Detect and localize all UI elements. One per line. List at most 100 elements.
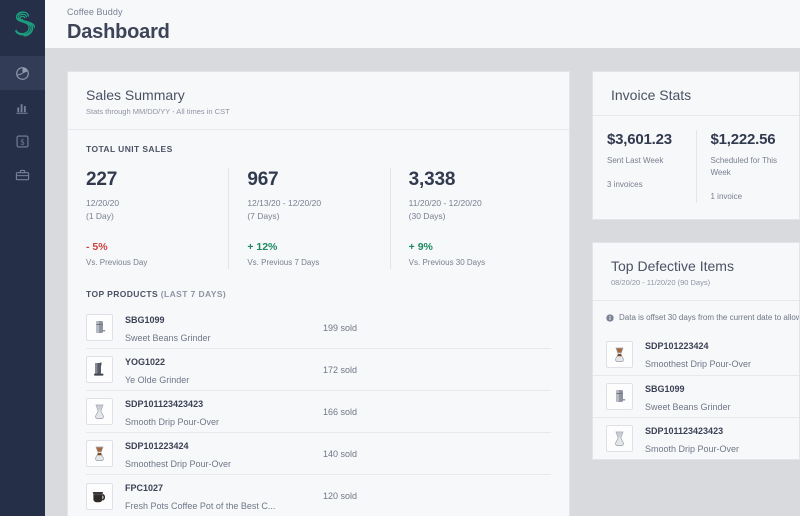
svg-text:$: $ bbox=[21, 137, 25, 146]
stat-range: 11/20/20 - 12/20/20 bbox=[408, 198, 482, 208]
defective-item-sku: SDP101223424 bbox=[645, 341, 709, 351]
invoice-stats-body: $3,601.23 Sent Last Week 3 invoices $1,2… bbox=[593, 116, 799, 219]
pourover-brown-thumb-icon bbox=[86, 440, 113, 467]
product-row[interactable]: YOG1022 Ye Olde Grinder 172 sold bbox=[86, 349, 551, 391]
defective-item-row[interactable]: SDP101223424 Smoothest Drip Pour-Over bbox=[593, 333, 799, 375]
product-info: SDP101123423423 Smooth Drip Pour-Over bbox=[125, 394, 323, 430]
swirl-s-logo-icon bbox=[14, 11, 35, 37]
defective-item-name: Smooth Drip Pour-Over bbox=[645, 443, 740, 454]
stat-block: 3,338 11/20/20 - 12/20/20 (30 Days) + 9%… bbox=[391, 168, 551, 269]
defective-item-row[interactable]: SDP101123423423 Smooth Drip Pour-Over bbox=[593, 417, 799, 459]
product-info: YOG1022 Ye Olde Grinder bbox=[125, 352, 323, 388]
page-title: Dashboard bbox=[67, 21, 170, 43]
product-sold: 140 sold bbox=[323, 448, 358, 459]
product-name: Smoothest Drip Pour-Over bbox=[125, 458, 232, 469]
product-name: Ye Olde Grinder bbox=[125, 374, 190, 385]
bar-chart-icon bbox=[16, 103, 28, 114]
product-sold: 166 sold bbox=[323, 406, 358, 417]
coffeepot-thumb-icon bbox=[86, 482, 113, 510]
invoice-stats-header: Invoice Stats bbox=[593, 72, 799, 116]
defective-items-notice: Data is offset 30 days from the current … bbox=[593, 301, 799, 333]
product-sku: SDP101223424 bbox=[125, 440, 189, 451]
defective-item-row[interactable]: SBG1099 Sweet Beans Grinder bbox=[593, 375, 799, 417]
product-name: Sweet Beans Grinder bbox=[125, 332, 211, 343]
stat-block: 227 12/20/20 (1 Day) - 5% Vs. Previous D… bbox=[86, 168, 230, 269]
product-name: Smooth Drip Pour-Over bbox=[125, 416, 220, 427]
defective-item-info: SBG1099 Sweet Beans Grinder bbox=[645, 379, 731, 415]
defective-item-info: SDP101123423423 Smooth Drip Pour-Over bbox=[645, 421, 739, 457]
stat-delta: + 9% bbox=[408, 241, 433, 253]
pourover-brown-thumb-icon bbox=[606, 340, 633, 368]
product-sku: SBG1099 bbox=[125, 314, 165, 325]
sidebar: $ bbox=[0, 0, 45, 516]
stat-comparison: Vs. Previous 7 Days bbox=[247, 258, 320, 267]
unit-sales-label: TOTAL UNIT SALES bbox=[86, 144, 173, 154]
app-logo[interactable] bbox=[0, 0, 45, 48]
product-info: SDP101223424 Smoothest Drip Pour-Over bbox=[125, 436, 323, 472]
top-products-label: TOP PRODUCTS (LAST 7 DAYS) bbox=[86, 289, 551, 299]
right-column: Invoice Stats $3,601.23 Sent Last Week 3… bbox=[592, 71, 800, 460]
stat-block: 967 12/13/20 - 12/20/20 (7 Days) + 12% V… bbox=[229, 168, 391, 269]
defective-item-info: SDP101223424 Smoothest Drip Pour-Over bbox=[645, 336, 751, 372]
sidebar-nav: $ bbox=[0, 56, 45, 192]
product-sold: 172 sold bbox=[323, 364, 358, 375]
pourover-thumb-icon bbox=[606, 425, 633, 452]
top-products-label-text: TOP PRODUCTS bbox=[86, 289, 159, 299]
briefcase-icon bbox=[15, 169, 30, 180]
invoice-label: Scheduled for This Week bbox=[710, 156, 778, 177]
breadcrumb: Coffee Buddy bbox=[67, 7, 123, 17]
top-products-section: TOP PRODUCTS (LAST 7 DAYS) SBG1099 Sweet… bbox=[68, 289, 569, 516]
product-sku: YOG1022 bbox=[125, 356, 166, 367]
page-header: Coffee Buddy Dashboard bbox=[45, 0, 800, 48]
stat-range: 12/20/20 bbox=[86, 198, 120, 208]
invoice-stat-cell: $3,601.23 Sent Last Week 3 invoices bbox=[593, 130, 697, 203]
defective-items-notice-text: Data is offset 30 days from the current … bbox=[619, 313, 799, 322]
defective-items-card: Top Defective Items 08/20/20 - 11/20/20 … bbox=[592, 242, 800, 460]
stat-period: (30 Days) bbox=[408, 211, 446, 221]
invoice-label: Sent Last Week bbox=[607, 156, 664, 165]
product-name: Fresh Pots Coffee Pot of the Best C... bbox=[125, 501, 276, 511]
product-info: SBG1099 Sweet Beans Grinder bbox=[125, 310, 323, 346]
defective-items-header: Top Defective Items 08/20/20 - 11/20/20 … bbox=[593, 243, 799, 301]
product-sold: 120 sold bbox=[323, 491, 358, 501]
stat-value: 3,338 bbox=[408, 169, 456, 190]
stat-comparison: Vs. Previous 30 Days bbox=[408, 258, 486, 267]
invoice-count: 1 invoice bbox=[710, 192, 743, 201]
top-products-period: (LAST 7 DAYS) bbox=[160, 289, 227, 299]
sidebar-item-invoices[interactable]: $ bbox=[0, 124, 45, 158]
sidebar-item-dashboard[interactable] bbox=[0, 56, 45, 90]
sidebar-item-reports[interactable] bbox=[0, 90, 45, 124]
unit-sales-stats: 227 12/20/20 (1 Day) - 5% Vs. Previous D… bbox=[86, 168, 551, 269]
sales-summary-subtitle: Stats through MM/DD/YY - All times in CS… bbox=[86, 107, 230, 116]
sales-summary-card: Sales Summary Stats through MM/DD/YY - A… bbox=[67, 71, 570, 516]
unit-sales-section: TOTAL UNIT SALES 227 12/20/20 (1 Day) - … bbox=[68, 130, 569, 285]
defective-items-subtitle: 08/20/20 - 11/20/20 (90 Days) bbox=[611, 278, 711, 287]
product-row[interactable]: SDP101223424 Smoothest Drip Pour-Over 14… bbox=[86, 433, 551, 475]
main-content: Sales Summary Stats through MM/DD/YY - A… bbox=[45, 48, 800, 516]
invoice-count: 3 invoices bbox=[607, 180, 643, 189]
old-grinder-thumb-icon bbox=[86, 356, 113, 383]
product-sku: SDP101123423423 bbox=[125, 398, 204, 409]
product-row[interactable]: FPC1027 Fresh Pots Coffee Pot of the Bes… bbox=[86, 475, 551, 516]
product-row[interactable]: SBG1099 Sweet Beans Grinder 199 sold bbox=[86, 307, 551, 349]
sales-summary-title: Sales Summary bbox=[86, 87, 185, 103]
product-info: FPC1027 Fresh Pots Coffee Pot of the Bes… bbox=[125, 478, 323, 514]
stat-value: 967 bbox=[247, 169, 279, 190]
stat-period: (7 Days) bbox=[247, 211, 280, 221]
product-sku: FPC1027 bbox=[125, 483, 164, 493]
dollar-sign-icon: $ bbox=[16, 135, 29, 148]
stat-comparison: Vs. Previous Day bbox=[86, 258, 148, 267]
stat-delta: - 5% bbox=[86, 241, 108, 253]
pourover-thumb-icon bbox=[86, 398, 113, 425]
stat-value: 227 bbox=[86, 169, 118, 190]
defective-item-sku: SBG1099 bbox=[645, 383, 685, 394]
invoice-stat-cell: $1,222.56 Scheduled for This Week 1 invo… bbox=[697, 130, 800, 203]
defective-items-title: Top Defective Items bbox=[611, 258, 734, 274]
sidebar-item-products[interactable] bbox=[0, 158, 45, 192]
product-sold: 199 sold bbox=[323, 322, 358, 333]
stat-period: (1 Day) bbox=[86, 211, 114, 221]
invoice-stats-card: Invoice Stats $3,601.23 Sent Last Week 3… bbox=[592, 71, 800, 220]
product-row[interactable]: SDP101123423423 Smooth Drip Pour-Over 16… bbox=[86, 391, 551, 433]
sales-summary-header: Sales Summary Stats through MM/DD/YY - A… bbox=[68, 72, 569, 130]
grinder-thumb-icon bbox=[606, 383, 633, 410]
